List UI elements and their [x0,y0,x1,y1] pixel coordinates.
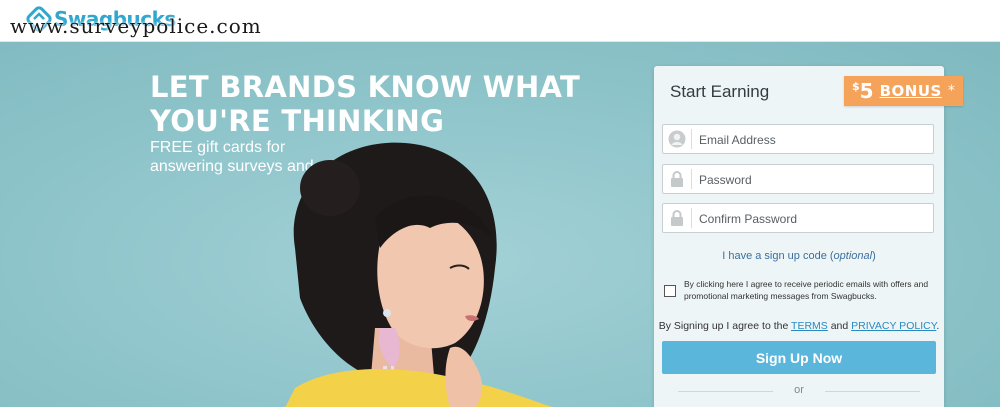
terms-and: and [827,320,852,332]
lock-icon [667,208,692,228]
password-input[interactable] [697,169,927,191]
email-input[interactable] [697,129,927,151]
hero-title-line-1: LET BRANDS KNOW WHAT [150,70,581,104]
bonus-currency: $ [852,80,860,93]
confirm-password-input[interactable] [697,208,927,230]
sign-up-button[interactable]: Sign Up Now [662,341,936,374]
or-divider: or [678,384,920,398]
watermark-text: www.surveypolice.com [10,14,262,38]
user-icon [667,129,692,149]
hero-portrait-image [285,142,553,407]
consent-text: By clicking here I agree to receive peri… [684,279,929,301]
bonus-asterisk: * [947,83,955,99]
consent-checkbox[interactable] [664,285,676,297]
top-header: Swagbucks www.surveypolice.com [0,0,1000,42]
signup-code-link[interactable]: I have a sign up code (optional) [654,250,944,262]
signup-title: Start Earning [670,82,770,101]
bonus-amount: $5 [852,79,874,103]
hero-banner: LET BRANDS KNOW WHAT YOU'RE THINKING FRE… [0,42,1000,407]
bonus-value: 5 [859,79,874,103]
confirm-password-field[interactable] [662,203,934,233]
signup-code-text: I have a sign up code ( [722,250,834,262]
signup-card: Start Earning $5 BONUS * I have a sign u… [654,66,963,407]
privacy-policy-link[interactable]: PRIVACY POLICY [851,320,936,332]
lock-icon [667,169,692,189]
bonus-badge: $5 BONUS * [844,76,963,106]
or-label: or [794,384,804,396]
terms-suffix: . [936,320,940,332]
signup-code-close: ) [872,250,876,262]
terms-link[interactable]: TERMS [791,320,828,332]
email-consent[interactable]: By clicking here I agree to receive peri… [664,278,936,302]
signup-code-optional: optional [833,250,873,262]
terms-prefix: By Signing up I agree to the [658,320,792,332]
divider-line-right [825,391,920,392]
bonus-label: BONUS [879,82,942,100]
terms-notice: By Signing up I agree to the TERMS and P… [654,320,944,332]
password-field[interactable] [662,164,934,194]
email-field[interactable] [662,124,934,154]
